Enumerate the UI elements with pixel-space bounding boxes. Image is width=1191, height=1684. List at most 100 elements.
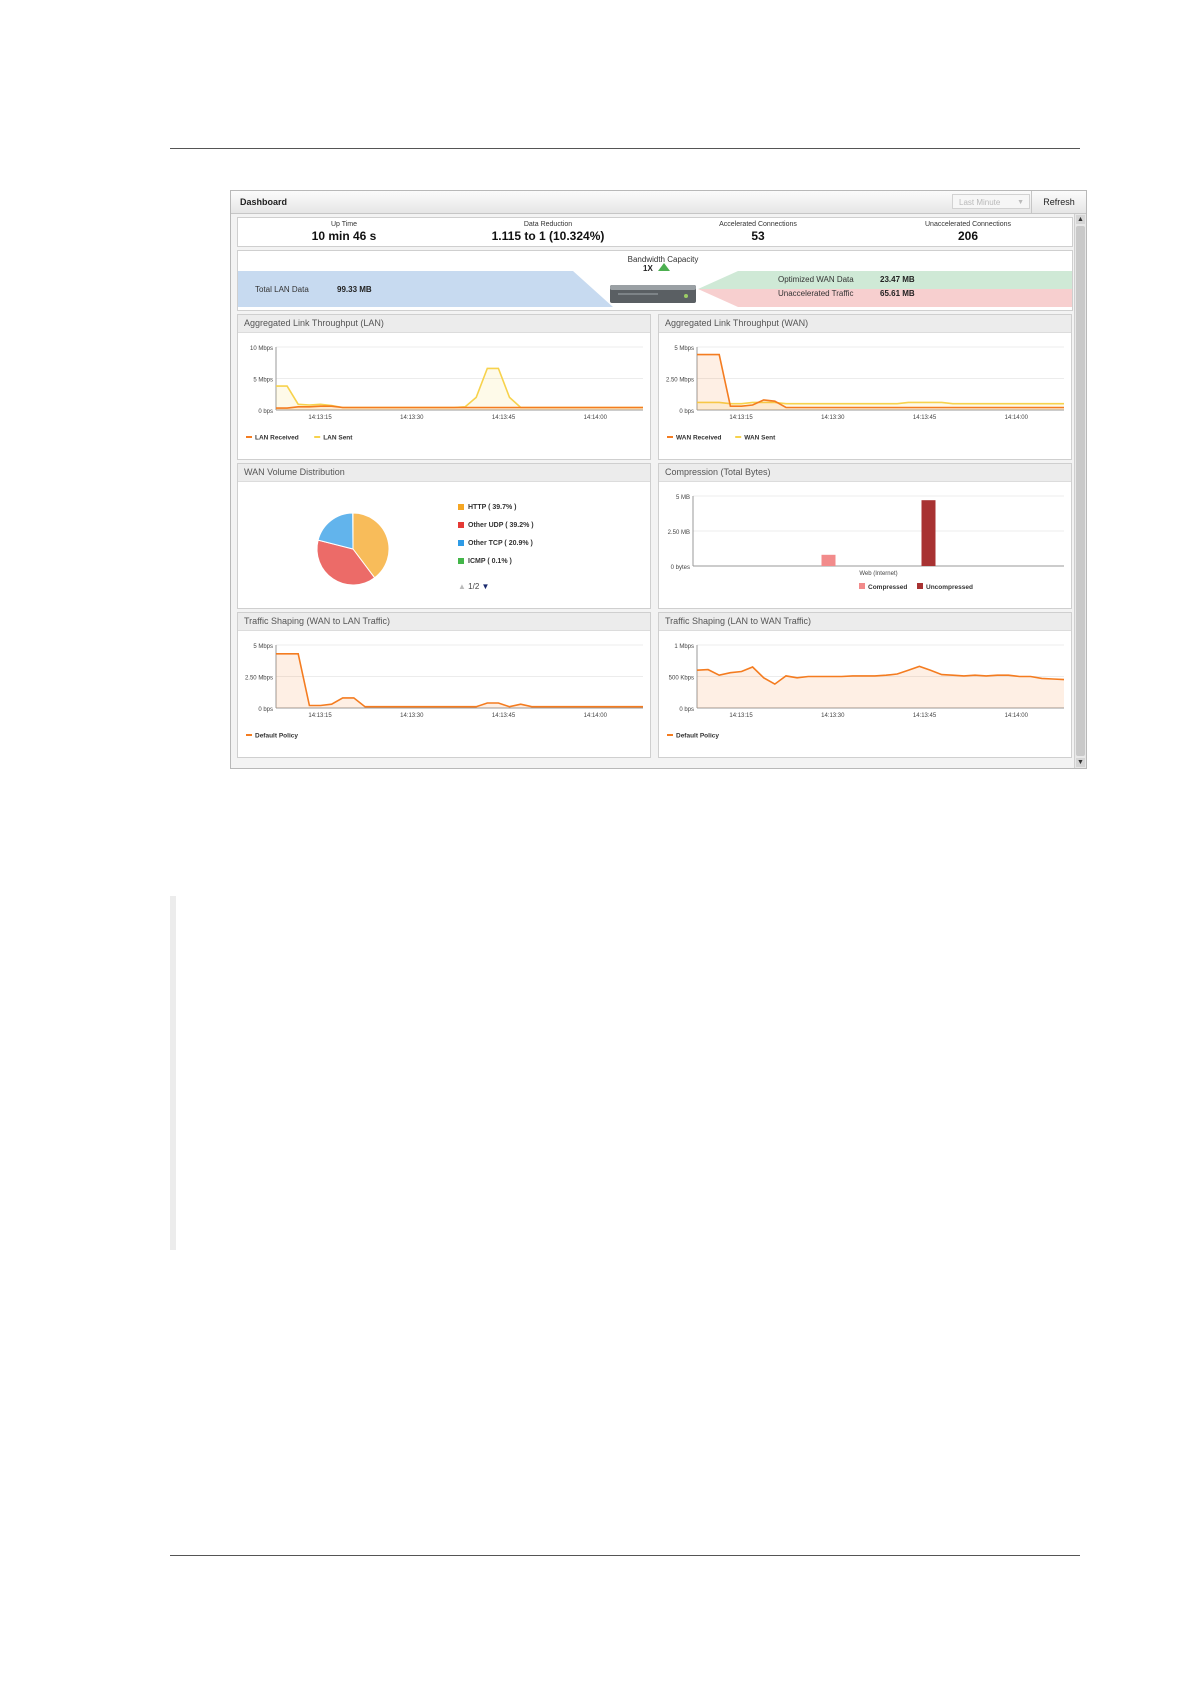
unaccelerated-traffic-value: 65.61 MB [880, 289, 915, 298]
panel-lan-throughput: Aggregated Link Throughput (LAN) 10 Mbps… [237, 314, 651, 460]
x-tick-label: 14:13:45 [913, 713, 937, 719]
legend-label: Other TCP ( 20.9% ) [468, 540, 533, 547]
stat-value: 53 [751, 229, 765, 243]
legend-label: LAN Received [255, 435, 299, 442]
panel-compression: Compression (Total Bytes) 5 MB 2.50 MB 0 b… [658, 463, 1072, 609]
bar [821, 554, 836, 566]
legend-label: WAN Sent [744, 435, 776, 442]
y-tick-label: 2.50 Mbps [245, 676, 273, 682]
stat-unaccelerated-connections: Unaccelerated Connections 206 [868, 218, 1068, 243]
x-tick-label: 14:14:00 [1005, 713, 1029, 719]
stat-label: Data Reduction [523, 221, 573, 228]
series-line [697, 353, 1064, 409]
bandwidth-capacity-value: 1X [643, 264, 653, 273]
x-tick-label: 14:13:30 [821, 713, 845, 719]
stat-value: 10 min 46 s [311, 229, 377, 243]
series-area [697, 666, 1064, 708]
x-tick-label: Web (Internet) [859, 571, 897, 577]
y-tick-label: 5 Mbps [674, 346, 694, 352]
x-tick-label: 14:13:30 [821, 415, 845, 421]
x-tick-label: 14:13:45 [492, 713, 516, 719]
series-line [276, 367, 643, 409]
stat-label: Accelerated Connections [719, 221, 797, 228]
time-range-value: Last Minute [959, 198, 1001, 207]
legend-swatch [458, 558, 464, 564]
x-tick-label: 14:13:30 [400, 415, 424, 421]
legend-label: LAN Sent [323, 435, 353, 442]
vertical-scrollbar[interactable]: ▲ ▼ [1074, 214, 1086, 768]
x-tick-label: 14:13:15 [308, 415, 332, 421]
dashboard-window: Dashboard Last Minute ▼ Refresh ▲ ▼ Up T… [230, 190, 1087, 769]
panel-shaping-wan-to-lan: Traffic Shaping (WAN to LAN Traffic) 5 M… [237, 612, 651, 758]
panel-title: Traffic Shaping (WAN to LAN Traffic) [238, 613, 650, 631]
y-tick-label: 0 bps [258, 409, 273, 415]
legend-label: Default Policy [676, 733, 719, 740]
panel-title: Aggregated Link Throughput (WAN) [659, 315, 1071, 333]
pie-legend-item[interactable]: Other TCP ( 20.9% ) [458, 540, 533, 547]
total-lan-label: Total LAN Data [255, 285, 309, 294]
y-tick-label: 10 Mbps [250, 346, 273, 352]
y-tick-label: 5 MB [676, 495, 690, 501]
page-bottom-rule [170, 1555, 1080, 1556]
stat-accelerated-connections: Accelerated Connections 53 [658, 218, 858, 243]
y-tick-label: 0 bps [679, 409, 694, 415]
legend-swatch [458, 540, 464, 546]
legend-pager[interactable]: ▲ 1/2 ▼ [458, 582, 489, 591]
lan-throughput-chart: 10 Mbps 5 Mbps 0 bps 14:13:15 14:13:30 14:13:… [246, 346, 643, 442]
dashboard-header: Dashboard Last Minute ▼ Refresh [231, 191, 1086, 214]
stat-up-time: Up Time 10 min 46 s [244, 218, 444, 243]
y-tick-label: 5 Mbps [253, 378, 273, 384]
scroll-up-arrow-icon[interactable]: ▲ [1076, 215, 1085, 224]
x-tick-label: 14:13:45 [913, 415, 937, 421]
y-tick-label: 0 bytes [671, 565, 690, 571]
legend-swatch [917, 583, 923, 589]
panel-shaping-lan-to-wan: Traffic Shaping (LAN to WAN Traffic) 1 M… [658, 612, 1072, 758]
series-area [276, 653, 643, 708]
panel-wan-throughput: Aggregated Link Throughput (WAN) 5 Mbps 2… [658, 314, 1072, 460]
panel-wan-volume: WAN Volume Distribution HTTP ( 39.7% ) O… [237, 463, 651, 609]
legend-label: Default Policy [255, 733, 298, 740]
stat-value: 1.115 to 1 (10.324%) [491, 229, 605, 243]
panel-title: Aggregated Link Throughput (LAN) [238, 315, 650, 333]
bandwidth-flow-panel: Total LAN Data 99.33 MB Bandwidth Capaci… [237, 250, 1073, 311]
legend-label: ICMP ( 0.1% ) [468, 558, 512, 565]
legend-label: Uncompressed [926, 584, 973, 591]
x-tick-label: 14:13:15 [729, 415, 753, 421]
wan-throughput-chart: 5 Mbps 2.50 Mbps 0 bps 14:13:15 14:13:30 14:1… [666, 346, 1064, 442]
y-tick-label: 2.50 Mbps [666, 378, 694, 384]
scroll-thumb[interactable] [1076, 226, 1085, 756]
pager-up-icon[interactable]: ▲ [458, 582, 466, 591]
y-tick-label: 5 Mbps [253, 644, 273, 650]
unaccelerated-traffic-label: Unaccelerated Traffic [778, 289, 854, 298]
optimized-wan-label: Optimized WAN Data [778, 275, 854, 284]
stat-label: Up Time [330, 221, 358, 228]
stats-bar: Up Time 10 min 46 s Data Reduction 1.115… [237, 217, 1073, 247]
x-tick-label: 14:13:15 [729, 713, 753, 719]
pie-legend-item[interactable]: HTTP ( 39.7% ) [458, 504, 517, 511]
y-tick-label: 1 Mbps [674, 644, 694, 650]
refresh-button[interactable]: Refresh [1031, 191, 1086, 213]
optimized-wan-value: 23.47 MB [880, 275, 915, 284]
pie-legend-item[interactable]: Other UDP ( 39.2% ) [458, 522, 534, 529]
wan-volume-pie-chart [316, 512, 390, 586]
x-tick-label: 14:14:00 [584, 415, 608, 421]
panel-title: WAN Volume Distribution [238, 464, 650, 482]
x-tick-label: 14:13:45 [492, 415, 516, 421]
up-arrow-icon [658, 263, 670, 271]
stat-value: 206 [957, 229, 979, 243]
pager-down-icon[interactable]: ▼ [482, 582, 490, 591]
legend-swatch [458, 504, 464, 510]
y-tick-label: 0 bps [258, 707, 273, 713]
legend-label: HTTP ( 39.7% ) [468, 504, 517, 511]
legend-swatch [458, 522, 464, 528]
shaping-lan-to-wan-chart: 1 Mbps 500 Kbps 0 bps 14:13:15 14:13:30 14:13… [667, 644, 1065, 740]
pager-label: 1/2 [468, 582, 480, 591]
time-range-select[interactable]: Last Minute ▼ [952, 194, 1030, 209]
x-tick-label: 14:13:15 [308, 713, 332, 719]
pie-legend-item[interactable]: ICMP ( 0.1% ) [458, 558, 512, 565]
legend-swatch [859, 583, 865, 589]
legend-label: Other UDP ( 39.2% ) [468, 522, 534, 529]
y-tick-label: 2.50 MB [668, 530, 690, 536]
scroll-down-arrow-icon[interactable]: ▼ [1076, 758, 1085, 767]
appliance-icon [610, 285, 696, 303]
